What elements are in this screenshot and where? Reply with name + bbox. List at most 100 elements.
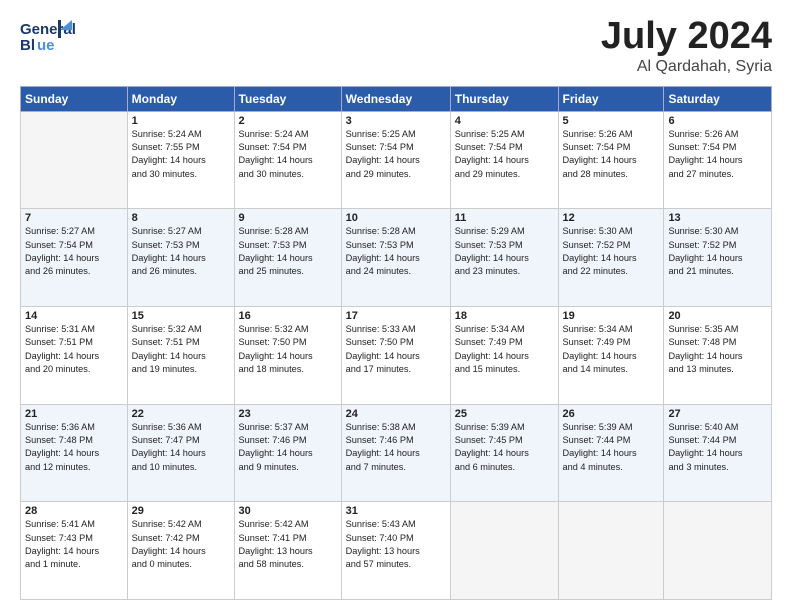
title-block: July 2024 Al Qardahah, Syria [601,16,772,76]
day-info: Sunrise: 5:37 AM Sunset: 7:46 PM Dayligh… [239,421,337,474]
day-info: Sunrise: 5:26 AM Sunset: 7:54 PM Dayligh… [563,128,660,181]
day-info: Sunrise: 5:28 AM Sunset: 7:53 PM Dayligh… [239,225,337,278]
day-info: Sunrise: 5:30 AM Sunset: 7:52 PM Dayligh… [563,225,660,278]
calendar-cell: 16Sunrise: 5:32 AM Sunset: 7:50 PM Dayli… [234,307,341,405]
col-header-tuesday: Tuesday [234,86,341,111]
calendar-cell: 13Sunrise: 5:30 AM Sunset: 7:52 PM Dayli… [664,209,772,307]
day-info: Sunrise: 5:25 AM Sunset: 7:54 PM Dayligh… [346,128,446,181]
day-info: Sunrise: 5:43 AM Sunset: 7:40 PM Dayligh… [346,518,446,571]
day-info: Sunrise: 5:36 AM Sunset: 7:48 PM Dayligh… [25,421,123,474]
header-row: SundayMondayTuesdayWednesdayThursdayFrid… [21,86,772,111]
calendar-cell: 28Sunrise: 5:41 AM Sunset: 7:43 PM Dayli… [21,502,128,600]
day-number: 14 [25,310,123,322]
day-number: 8 [132,212,230,224]
calendar-cell: 30Sunrise: 5:42 AM Sunset: 7:41 PM Dayli… [234,502,341,600]
day-number: 11 [455,212,554,224]
col-header-thursday: Thursday [450,86,558,111]
calendar-cell: 17Sunrise: 5:33 AM Sunset: 7:50 PM Dayli… [341,307,450,405]
day-number: 19 [563,310,660,322]
day-info: Sunrise: 5:38 AM Sunset: 7:46 PM Dayligh… [346,421,446,474]
day-number: 25 [455,408,554,420]
calendar-cell: 8Sunrise: 5:27 AM Sunset: 7:53 PM Daylig… [127,209,234,307]
calendar-cell: 1Sunrise: 5:24 AM Sunset: 7:55 PM Daylig… [127,111,234,209]
day-info: Sunrise: 5:36 AM Sunset: 7:47 PM Dayligh… [132,421,230,474]
calendar-cell [558,502,664,600]
week-row-5: 28Sunrise: 5:41 AM Sunset: 7:43 PM Dayli… [21,502,772,600]
day-number: 15 [132,310,230,322]
day-info: Sunrise: 5:25 AM Sunset: 7:54 PM Dayligh… [455,128,554,181]
day-number: 7 [25,212,123,224]
day-number: 12 [563,212,660,224]
calendar-cell: 12Sunrise: 5:30 AM Sunset: 7:52 PM Dayli… [558,209,664,307]
day-info: Sunrise: 5:35 AM Sunset: 7:48 PM Dayligh… [668,323,767,376]
day-number: 24 [346,408,446,420]
day-number: 9 [239,212,337,224]
day-info: Sunrise: 5:42 AM Sunset: 7:42 PM Dayligh… [132,518,230,571]
day-number: 22 [132,408,230,420]
day-number: 18 [455,310,554,322]
calendar-cell: 26Sunrise: 5:39 AM Sunset: 7:44 PM Dayli… [558,404,664,502]
day-info: Sunrise: 5:24 AM Sunset: 7:54 PM Dayligh… [239,128,337,181]
logo-svg: General Bl ue [20,16,78,60]
day-info: Sunrise: 5:24 AM Sunset: 7:55 PM Dayligh… [132,128,230,181]
calendar-cell: 5Sunrise: 5:26 AM Sunset: 7:54 PM Daylig… [558,111,664,209]
calendar-cell: 18Sunrise: 5:34 AM Sunset: 7:49 PM Dayli… [450,307,558,405]
calendar-cell: 27Sunrise: 5:40 AM Sunset: 7:44 PM Dayli… [664,404,772,502]
week-row-3: 14Sunrise: 5:31 AM Sunset: 7:51 PM Dayli… [21,307,772,405]
calendar-cell: 31Sunrise: 5:43 AM Sunset: 7:40 PM Dayli… [341,502,450,600]
svg-text:Bl: Bl [20,37,35,54]
calendar-cell [664,502,772,600]
calendar-cell: 19Sunrise: 5:34 AM Sunset: 7:49 PM Dayli… [558,307,664,405]
col-header-wednesday: Wednesday [341,86,450,111]
day-info: Sunrise: 5:42 AM Sunset: 7:41 PM Dayligh… [239,518,337,571]
day-number: 3 [346,115,446,127]
page: General Bl ue July 2024 Al Qardahah, Syr… [0,0,792,612]
calendar-table: SundayMondayTuesdayWednesdayThursdayFrid… [20,86,772,600]
col-header-saturday: Saturday [664,86,772,111]
day-info: Sunrise: 5:39 AM Sunset: 7:44 PM Dayligh… [563,421,660,474]
location-title: Al Qardahah, Syria [601,58,772,76]
day-number: 10 [346,212,446,224]
day-number: 31 [346,505,446,517]
day-info: Sunrise: 5:29 AM Sunset: 7:53 PM Dayligh… [455,225,554,278]
header: General Bl ue July 2024 Al Qardahah, Syr… [20,16,772,76]
calendar-cell: 11Sunrise: 5:29 AM Sunset: 7:53 PM Dayli… [450,209,558,307]
col-header-sunday: Sunday [21,86,128,111]
week-row-4: 21Sunrise: 5:36 AM Sunset: 7:48 PM Dayli… [21,404,772,502]
day-info: Sunrise: 5:32 AM Sunset: 7:50 PM Dayligh… [239,323,337,376]
calendar-cell [21,111,128,209]
day-info: Sunrise: 5:41 AM Sunset: 7:43 PM Dayligh… [25,518,123,571]
calendar-cell: 7Sunrise: 5:27 AM Sunset: 7:54 PM Daylig… [21,209,128,307]
calendar-cell [450,502,558,600]
calendar-cell: 3Sunrise: 5:25 AM Sunset: 7:54 PM Daylig… [341,111,450,209]
day-number: 20 [668,310,767,322]
day-info: Sunrise: 5:30 AM Sunset: 7:52 PM Dayligh… [668,225,767,278]
day-number: 23 [239,408,337,420]
day-number: 21 [25,408,123,420]
day-info: Sunrise: 5:31 AM Sunset: 7:51 PM Dayligh… [25,323,123,376]
day-info: Sunrise: 5:33 AM Sunset: 7:50 PM Dayligh… [346,323,446,376]
day-number: 17 [346,310,446,322]
calendar-cell: 29Sunrise: 5:42 AM Sunset: 7:42 PM Dayli… [127,502,234,600]
calendar-cell: 4Sunrise: 5:25 AM Sunset: 7:54 PM Daylig… [450,111,558,209]
day-number: 5 [563,115,660,127]
calendar-cell: 2Sunrise: 5:24 AM Sunset: 7:54 PM Daylig… [234,111,341,209]
day-info: Sunrise: 5:32 AM Sunset: 7:51 PM Dayligh… [132,323,230,376]
day-info: Sunrise: 5:27 AM Sunset: 7:54 PM Dayligh… [25,225,123,278]
day-number: 1 [132,115,230,127]
calendar-cell: 20Sunrise: 5:35 AM Sunset: 7:48 PM Dayli… [664,307,772,405]
day-number: 13 [668,212,767,224]
col-header-friday: Friday [558,86,664,111]
calendar-cell: 9Sunrise: 5:28 AM Sunset: 7:53 PM Daylig… [234,209,341,307]
day-info: Sunrise: 5:26 AM Sunset: 7:54 PM Dayligh… [668,128,767,181]
day-number: 4 [455,115,554,127]
day-number: 28 [25,505,123,517]
day-number: 2 [239,115,337,127]
day-number: 27 [668,408,767,420]
col-header-monday: Monday [127,86,234,111]
day-number: 29 [132,505,230,517]
day-number: 30 [239,505,337,517]
day-info: Sunrise: 5:39 AM Sunset: 7:45 PM Dayligh… [455,421,554,474]
calendar-cell: 14Sunrise: 5:31 AM Sunset: 7:51 PM Dayli… [21,307,128,405]
logo: General Bl ue [20,16,78,60]
